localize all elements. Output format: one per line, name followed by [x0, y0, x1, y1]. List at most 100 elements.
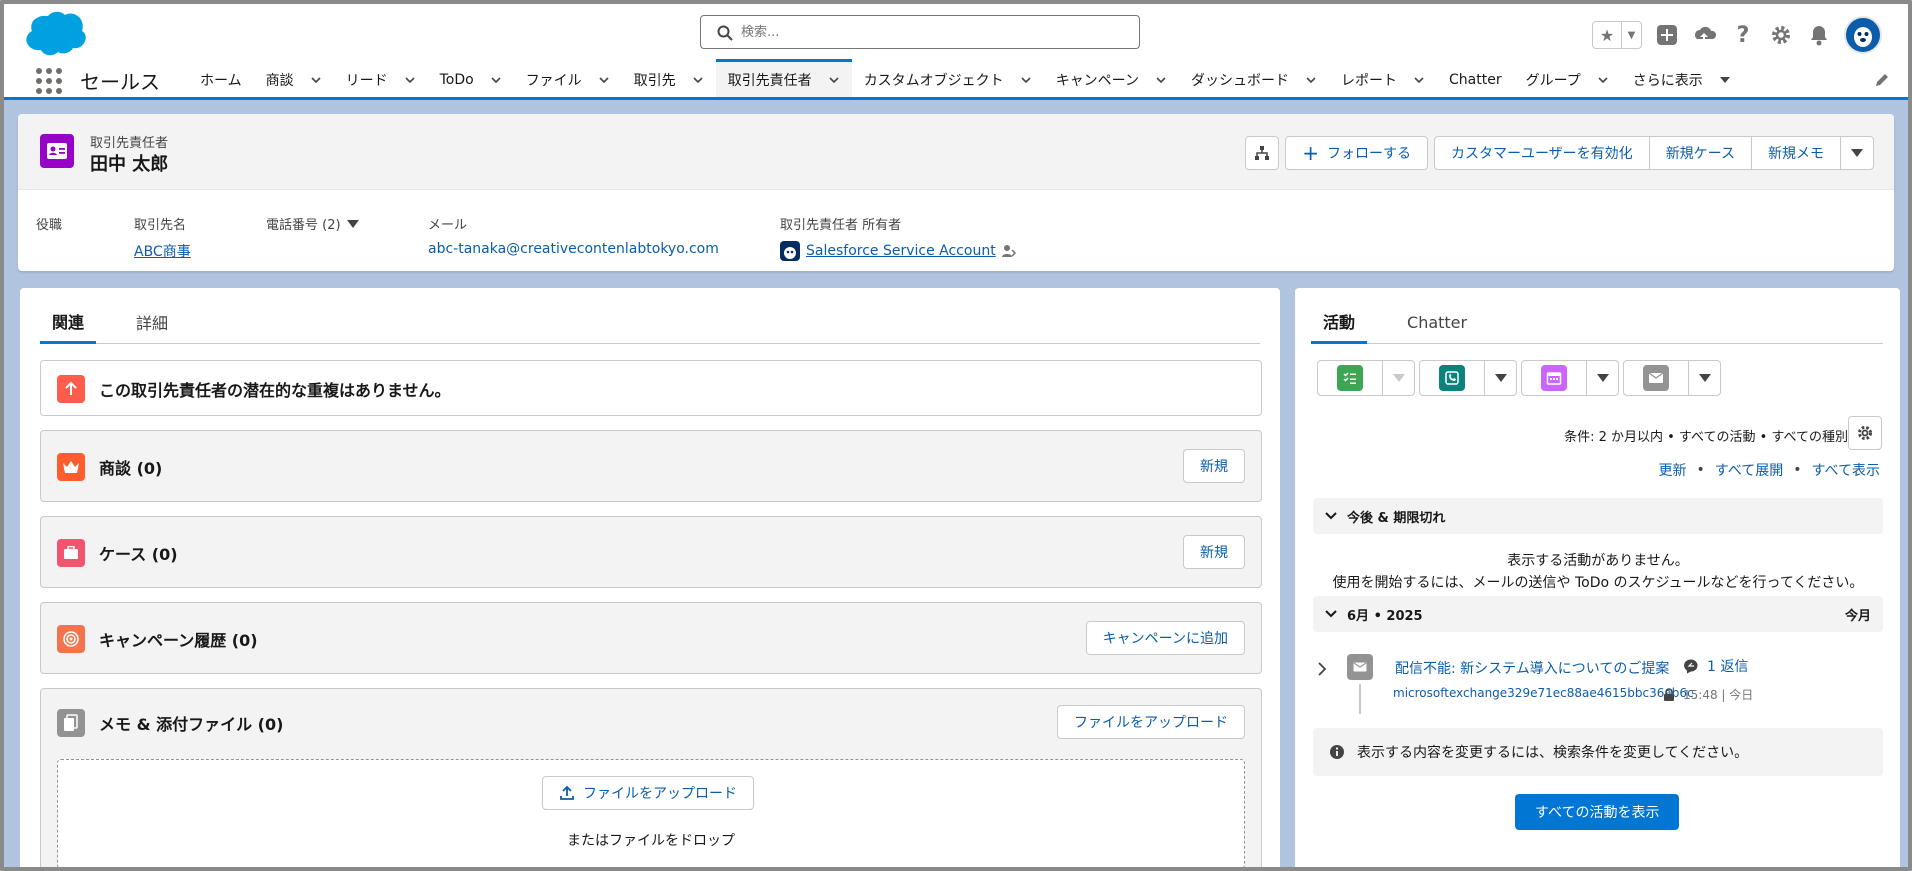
caret-down-icon[interactable]: ▼ — [1621, 22, 1641, 48]
follow-button[interactable]: + フォローする — [1285, 136, 1428, 170]
caret-down-icon[interactable] — [1719, 74, 1731, 86]
owner-link[interactable]: Salesforce Service Account — [806, 243, 996, 259]
drop-hint: またはファイルをドロップ — [567, 833, 735, 849]
chevron-down-icon[interactable] — [1597, 74, 1609, 86]
nav-item-11[interactable]: Chatter — [1437, 60, 1514, 100]
tab-details[interactable]: 詳細 — [124, 300, 180, 344]
enable-customer-user-button[interactable]: カスタマーユーザーを有効化 — [1433, 136, 1650, 170]
trailhead-icon[interactable] — [1692, 22, 1718, 48]
event-dropdown[interactable] — [1586, 361, 1618, 395]
tab-activity[interactable]: 活動 — [1311, 300, 1368, 344]
new-task-group — [1317, 360, 1415, 396]
tab-related[interactable]: 関連 — [40, 300, 97, 344]
new-opportunity-button[interactable]: 新規 — [1183, 449, 1245, 483]
edit-nav-icon[interactable] — [1874, 72, 1890, 88]
chevron-down-icon[interactable] — [1020, 74, 1032, 86]
chevron-down-icon[interactable] — [1305, 74, 1317, 86]
search-icon — [717, 25, 733, 41]
new-case-button[interactable]: 新規ケース — [1648, 136, 1752, 170]
campaign-history-title[interactable]: キャンペーン履歴 (0) — [99, 627, 258, 651]
email-dropdown[interactable] — [1688, 361, 1720, 395]
nav-item-13[interactable]: さらに表示 — [1621, 60, 1743, 100]
view-all-activities-button[interactable]: すべての活動を表示 — [1515, 794, 1680, 830]
add-icon[interactable] — [1654, 22, 1680, 48]
more-actions-button[interactable] — [1840, 136, 1874, 170]
nav-item-label: 取引先責任者 — [727, 72, 812, 89]
send-email-group — [1623, 360, 1721, 396]
send-email-button[interactable] — [1624, 361, 1688, 395]
chevron-down-icon[interactable] — [828, 74, 840, 86]
month-section[interactable]: 6月 • 2025 今月 — [1313, 596, 1883, 632]
activity-filter-button[interactable] — [1848, 416, 1882, 450]
expand-all-link[interactable]: すべて展開 — [1715, 460, 1783, 480]
chevron-down-icon[interactable] — [490, 74, 502, 86]
nav-item-8[interactable]: キャンペーン — [1044, 60, 1179, 100]
reply-indicator[interactable]: 1 返信 — [1683, 656, 1748, 676]
refresh-link[interactable]: 更新 — [1659, 460, 1687, 480]
show-all-link[interactable]: すべて表示 — [1812, 460, 1880, 480]
field-phone: 電話番号 (2) — [266, 214, 359, 233]
account-link[interactable]: ABC商事 — [134, 241, 191, 261]
add-to-campaign-button[interactable]: キャンペーンに追加 — [1085, 621, 1245, 655]
chevron-down-icon[interactable] — [598, 74, 610, 86]
call-dropdown[interactable] — [1484, 361, 1516, 395]
new-note-button[interactable]: 新規メモ — [1751, 136, 1841, 170]
record-type-label: 取引先責任者 — [90, 136, 169, 151]
nav-item-0[interactable]: ホーム — [188, 60, 254, 100]
chevron-down-icon — [1325, 512, 1337, 520]
help-icon[interactable]: ? — [1730, 22, 1756, 48]
task-icon — [1337, 365, 1363, 391]
upload-files-button[interactable]: ファイルをアップロード — [542, 776, 754, 810]
chevron-right-icon[interactable] — [1317, 662, 1327, 676]
nav-item-6[interactable]: 取引先責任者 — [715, 59, 852, 97]
gear-icon[interactable] — [1768, 22, 1794, 48]
chevron-down-icon — [1494, 374, 1507, 382]
task-dropdown[interactable] — [1382, 361, 1414, 395]
chevron-down-icon[interactable] — [1413, 74, 1425, 86]
change-owner-icon[interactable] — [1001, 244, 1016, 258]
hierarchy-icon — [1255, 146, 1270, 160]
user-avatar[interactable] — [1844, 16, 1882, 54]
chevron-down-icon[interactable] — [692, 74, 704, 86]
hierarchy-button[interactable] — [1245, 136, 1280, 170]
app-launcher-icon[interactable] — [36, 68, 62, 94]
global-search[interactable] — [700, 15, 1140, 49]
upload-icon — [560, 785, 574, 800]
nav-item-1[interactable]: 商談 — [254, 60, 334, 100]
favorites-group[interactable]: ★ ▼ — [1592, 21, 1642, 49]
bell-icon[interactable] — [1806, 22, 1832, 48]
activity-panel: 活動 Chatter 条件: 2 か月以内 • すべての活動 • すべての種別 — [1295, 288, 1900, 867]
tab-chatter[interactable]: Chatter — [1395, 300, 1479, 344]
star-icon[interactable]: ★ — [1593, 22, 1621, 48]
chevron-down-icon[interactable] — [1155, 74, 1167, 86]
new-case-related-button[interactable]: 新規 — [1183, 535, 1245, 569]
nav-item-7[interactable]: カスタムオブジェクト — [852, 60, 1044, 100]
upload-files-header-button[interactable]: ファイルをアップロード — [1057, 705, 1245, 739]
search-input[interactable] — [741, 22, 1121, 42]
notes-attachments-title[interactable]: メモ & 添付ファイル (0) — [99, 711, 283, 735]
salesforce-cloud-logo[interactable] — [22, 10, 86, 56]
file-dropzone[interactable]: ファイルをアップロード またはファイルをドロップ — [57, 759, 1245, 867]
field-phone-label[interactable]: 電話番号 (2) — [266, 214, 359, 233]
opportunities-title[interactable]: 商談 (0) — [99, 455, 162, 479]
nav-item-2[interactable]: リード — [334, 60, 428, 100]
email-from-link[interactable]: microsoftexchange329e71ec88ae4615bbc36ab… — [1393, 686, 1694, 700]
new-event-button[interactable] — [1522, 361, 1586, 395]
log-call-button[interactable] — [1420, 361, 1484, 395]
nav-item-3[interactable]: ToDo — [428, 60, 514, 100]
cases-title[interactable]: ケース (0) — [99, 541, 178, 565]
chevron-down-icon[interactable] — [310, 74, 322, 86]
owner-avatar-icon — [780, 241, 800, 261]
chevron-down-icon — [1596, 374, 1609, 382]
chevron-down-icon[interactable] — [404, 74, 416, 86]
email-subject-link[interactable]: 配信不能: 新システム導入についてのご提案 — [1395, 658, 1669, 678]
nav-item-5[interactable]: 取引先 — [622, 60, 716, 100]
nav-item-12[interactable]: グループ — [1514, 60, 1621, 100]
nav-item-9[interactable]: ダッシュボード — [1179, 60, 1329, 100]
nav-item-10[interactable]: レポート — [1329, 60, 1437, 100]
separator-dot: • — [1696, 462, 1705, 478]
upcoming-overdue-section[interactable]: 今後 & 期限切れ — [1313, 498, 1883, 534]
new-task-button[interactable] — [1318, 361, 1382, 395]
email-link[interactable]: abc-tanaka@creativecontenlabtokyo.com — [428, 241, 719, 257]
nav-item-4[interactable]: ファイル — [514, 60, 622, 100]
